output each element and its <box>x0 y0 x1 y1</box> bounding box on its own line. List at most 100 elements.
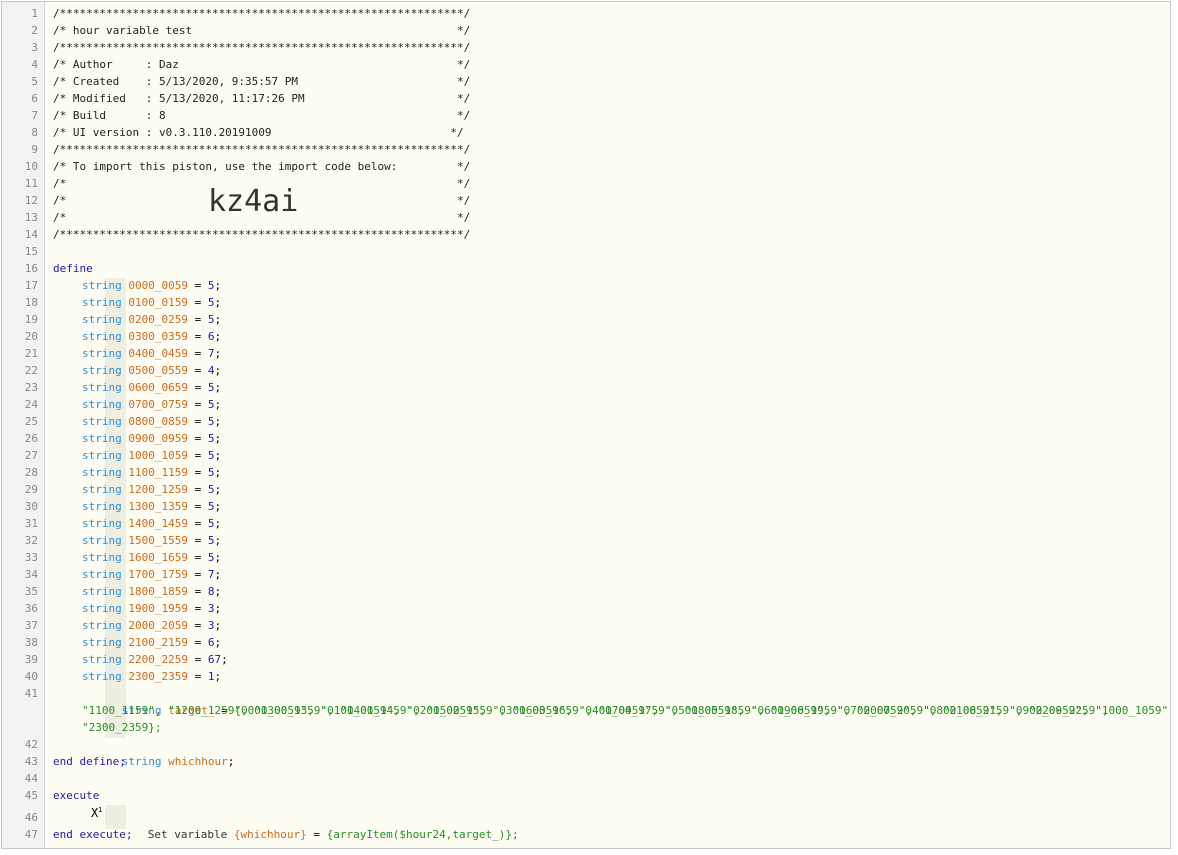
variable-declaration: string 1200_1259 = 5; <box>82 481 221 498</box>
variable-declaration: string 0500_0559 = 4; <box>82 362 221 379</box>
variable-declaration: string 1400_1459 = 5; <box>82 515 221 532</box>
type-keyword: string <box>121 755 162 768</box>
semicolon: ; <box>214 568 222 581</box>
type-keyword: string <box>82 483 122 496</box>
line-number: 11 <box>24 177 38 190</box>
equals-sign: = <box>187 585 208 598</box>
line-number: 6 <box>31 92 38 105</box>
set-variable-task[interactable]: Set variable {whichhour} = {arrayItem($h… <box>108 809 519 841</box>
equals-sign: = <box>187 364 208 377</box>
equals-sign: = <box>187 653 208 666</box>
semicolon: ; <box>214 466 222 479</box>
header-rule: /***************************************… <box>53 143 471 156</box>
equals-sign: = <box>187 636 208 649</box>
line-number: 38 <box>24 636 38 649</box>
variable-declaration: string 1100_1159 = 5; <box>82 464 221 481</box>
type-keyword: string <box>82 364 122 377</box>
variable-name: 0900_0959 <box>128 432 188 445</box>
semicolon: ; <box>214 415 222 428</box>
semicolon: ; <box>214 364 222 377</box>
equals-sign: = <box>187 619 208 632</box>
semicolon: ; <box>214 483 222 496</box>
variable-declaration: string 0000_0059 = 5; <box>82 277 221 294</box>
variable-name: 1100_1159 <box>128 466 188 479</box>
line-number: 8 <box>31 126 38 139</box>
line-number: 43 <box>24 755 38 768</box>
line-number: 10 <box>24 160 38 173</box>
variable-declaration: string 0200_0259 = 5; <box>82 311 221 328</box>
semicolon: ; <box>214 330 222 343</box>
line-number: 4 <box>31 58 38 71</box>
type-keyword: string <box>82 313 122 326</box>
set-variable-task-icon[interactable]: X1 <box>91 806 102 820</box>
semicolon: ; <box>214 534 222 547</box>
type-keyword: string <box>82 296 122 309</box>
semicolon: ; <box>214 296 222 309</box>
equals-sign: = <box>187 432 208 445</box>
type-keyword: string <box>82 415 122 428</box>
header-rule: /***************************************… <box>53 228 471 241</box>
semicolon: ; <box>214 551 222 564</box>
author-comment: /* Author : Daz */ <box>53 58 471 71</box>
equals-sign: = <box>187 670 208 683</box>
variable-declaration: string 2000_2059 = 3; <box>82 617 221 634</box>
variable-name: 0500_0559 <box>128 364 188 377</box>
variable-name: 1500_1559 <box>128 534 188 547</box>
variable-declaration: string 0600_0659 = 5; <box>82 379 221 396</box>
equals-sign: = <box>187 568 208 581</box>
type-keyword: string <box>82 279 122 292</box>
line-number: 22 <box>24 364 38 377</box>
header-rule: /***************************************… <box>53 41 471 54</box>
semicolon: ; <box>214 517 222 530</box>
semicolon: ; <box>214 585 222 598</box>
target-list-part2: "1100_1159", "1200_1259", "1300_1359", "… <box>82 704 1109 717</box>
type-keyword: string <box>82 347 122 360</box>
line-number: 27 <box>24 449 38 462</box>
semicolon: ; <box>214 636 222 649</box>
variable-name: 0100_0159 <box>128 296 188 309</box>
type-keyword: string <box>82 330 122 343</box>
semicolon: ; <box>214 602 222 615</box>
line-number: 46 <box>24 811 38 824</box>
target-list-part3: "2300_2359}; <box>82 721 162 734</box>
type-keyword: string <box>82 398 122 411</box>
line-number: 36 <box>24 602 38 615</box>
type-keyword: string <box>82 432 122 445</box>
semicolon: ; <box>214 670 222 683</box>
end-execute-keyword: end execute; <box>53 828 133 841</box>
line-number: 1 <box>31 7 38 20</box>
line-number: 33 <box>24 551 38 564</box>
line-number: 25 <box>24 415 38 428</box>
variable-name: 0000_0059 <box>128 279 188 292</box>
import-instruction-comment: /* To import this piston, use the import… <box>53 160 471 173</box>
task-expression: {arrayItem($hour24,target_)}; <box>326 828 519 841</box>
import-code[interactable]: kz4ai <box>208 182 298 222</box>
variable-declaration: string 0800_0859 = 5; <box>82 413 221 430</box>
code-area: /***************************************… <box>53 2 1170 848</box>
semicolon: ; <box>214 619 222 632</box>
line-number: 5 <box>31 75 38 88</box>
task-prefix: Set variable <box>147 828 234 841</box>
semicolon: ; <box>214 500 222 513</box>
type-keyword: string <box>82 500 122 513</box>
line-number: 13 <box>24 211 38 224</box>
semicolon: ; <box>214 381 222 394</box>
variable-declaration: string 2200_2259 = 67; <box>82 651 228 668</box>
line-number-gutter: 1 2 3 4 5 6 7 8 9 10 11 12 13 14 15 16 17 18 19 20 21 22 23 24 2… <box>2 2 45 848</box>
line-number: 35 <box>24 585 38 598</box>
variable-name: 2300_2359 <box>128 670 188 683</box>
variable-declaration: string 1900_1959 = 3; <box>82 600 221 617</box>
type-keyword: string <box>82 466 122 479</box>
type-keyword: string <box>82 568 122 581</box>
ui-version-comment: /* UI version : v0.3.110.20191009 */ <box>53 126 464 139</box>
line-number: 21 <box>24 347 38 360</box>
semicolon: ; <box>227 755 235 768</box>
equals-sign: = <box>187 466 208 479</box>
semicolon: ; <box>214 398 222 411</box>
variable-name: 1300_1359 <box>128 500 188 513</box>
type-keyword: string <box>82 534 122 547</box>
variable-declaration: string 1500_1559 = 5; <box>82 532 221 549</box>
semicolon: ; <box>214 279 222 292</box>
equals-sign: = <box>187 381 208 394</box>
line-number: 42 <box>24 738 38 751</box>
